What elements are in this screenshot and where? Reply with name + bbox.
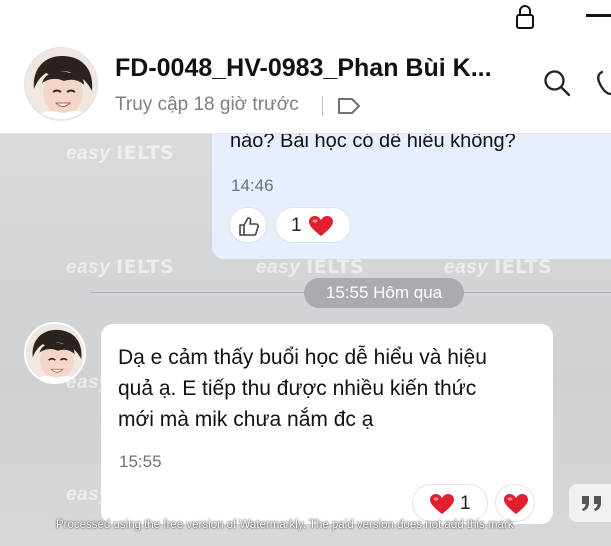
chat-header: FD-0048_HV-0983_Phan Bùi K... Truy cập 1… [0,34,611,134]
like-reaction-button[interactable] [229,207,267,243]
phone-icon[interactable] [594,68,611,98]
page-title[interactable]: FD-0048_HV-0983_Phan Bùi K... [115,54,515,83]
thumbs-up-icon [239,217,259,236]
processed-watermark-note: Processed using the free version of Wate… [56,519,514,531]
heart-icon [430,494,454,514]
quote-reply-button[interactable] [569,484,611,522]
last-seen-status: Truy cập 18 giờ trước [115,94,299,115]
reaction-count: 1 [460,493,471,514]
message-text: nào? Bài học có dễ hiểu không? [230,134,516,152]
avatar[interactable] [24,322,86,384]
message-time: 15:55 [119,452,162,471]
quote-icon [582,496,601,511]
search-icon[interactable] [542,68,572,98]
message-text-line: mới mà mik chưa nắm đc ạ [118,408,374,431]
reaction-summary[interactable]: 1 [275,207,351,243]
add-reaction-button[interactable] [495,484,535,522]
reaction-count: 1 [291,215,302,236]
chat-area[interactable]: easy IELTS easy IELTS easy IELTS easy IE… [0,134,611,546]
lock-icon [516,5,534,29]
minimize-icon[interactable] [586,14,611,17]
message-time: 14:46 [231,176,274,195]
message-text-line: Dạ e cảm thấy buổi học dễ hiểu và hiệu [118,346,487,369]
window-top-bar [0,0,611,34]
watermark: easy IELTS [256,256,365,278]
reaction-summary[interactable]: 1 [412,484,488,522]
watermark: easy IELTS [66,142,175,164]
avatar[interactable] [24,47,98,121]
watermark: easy IELTS [444,256,553,278]
message-text-line: quả ạ. E tiếp thu được nhiều kiến thức [118,377,477,400]
time-separator: 15:55 Hôm qua [304,278,464,308]
divider [322,96,323,116]
heart-icon [309,216,333,236]
watermark: easy IELTS [66,256,175,278]
tag-icon[interactable] [336,95,362,117]
heart-icon [504,494,528,514]
